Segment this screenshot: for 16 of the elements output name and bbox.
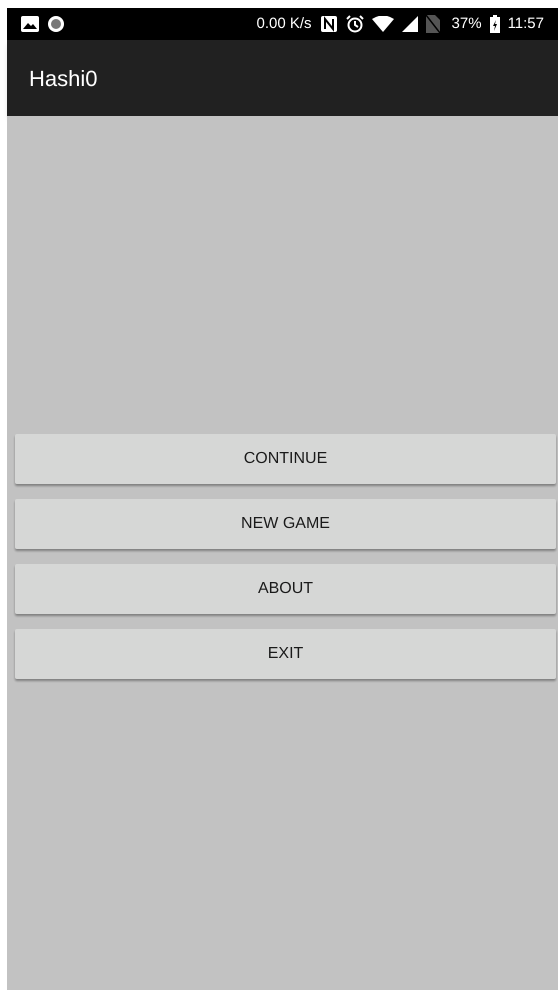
record-icon (47, 15, 65, 33)
nfc-icon (320, 15, 338, 33)
network-speed: 0.00 K/s (256, 14, 312, 34)
wifi-icon (372, 16, 394, 32)
clock: 11:57 (508, 14, 544, 34)
battery-percent: 37% (452, 14, 482, 34)
menu-button[interactable]: EXIT (15, 629, 556, 679)
menu-button[interactable]: ABOUT (15, 564, 556, 614)
menu-button[interactable]: NEW GAME (15, 499, 556, 549)
no-sim-icon (426, 15, 440, 33)
app-title: Hashi0 (29, 64, 98, 92)
battery-icon (490, 15, 500, 33)
menu-button[interactable]: CONTINUE (15, 434, 556, 484)
alarm-icon (346, 15, 364, 33)
image-icon (21, 16, 39, 32)
signal-icon (402, 16, 418, 32)
